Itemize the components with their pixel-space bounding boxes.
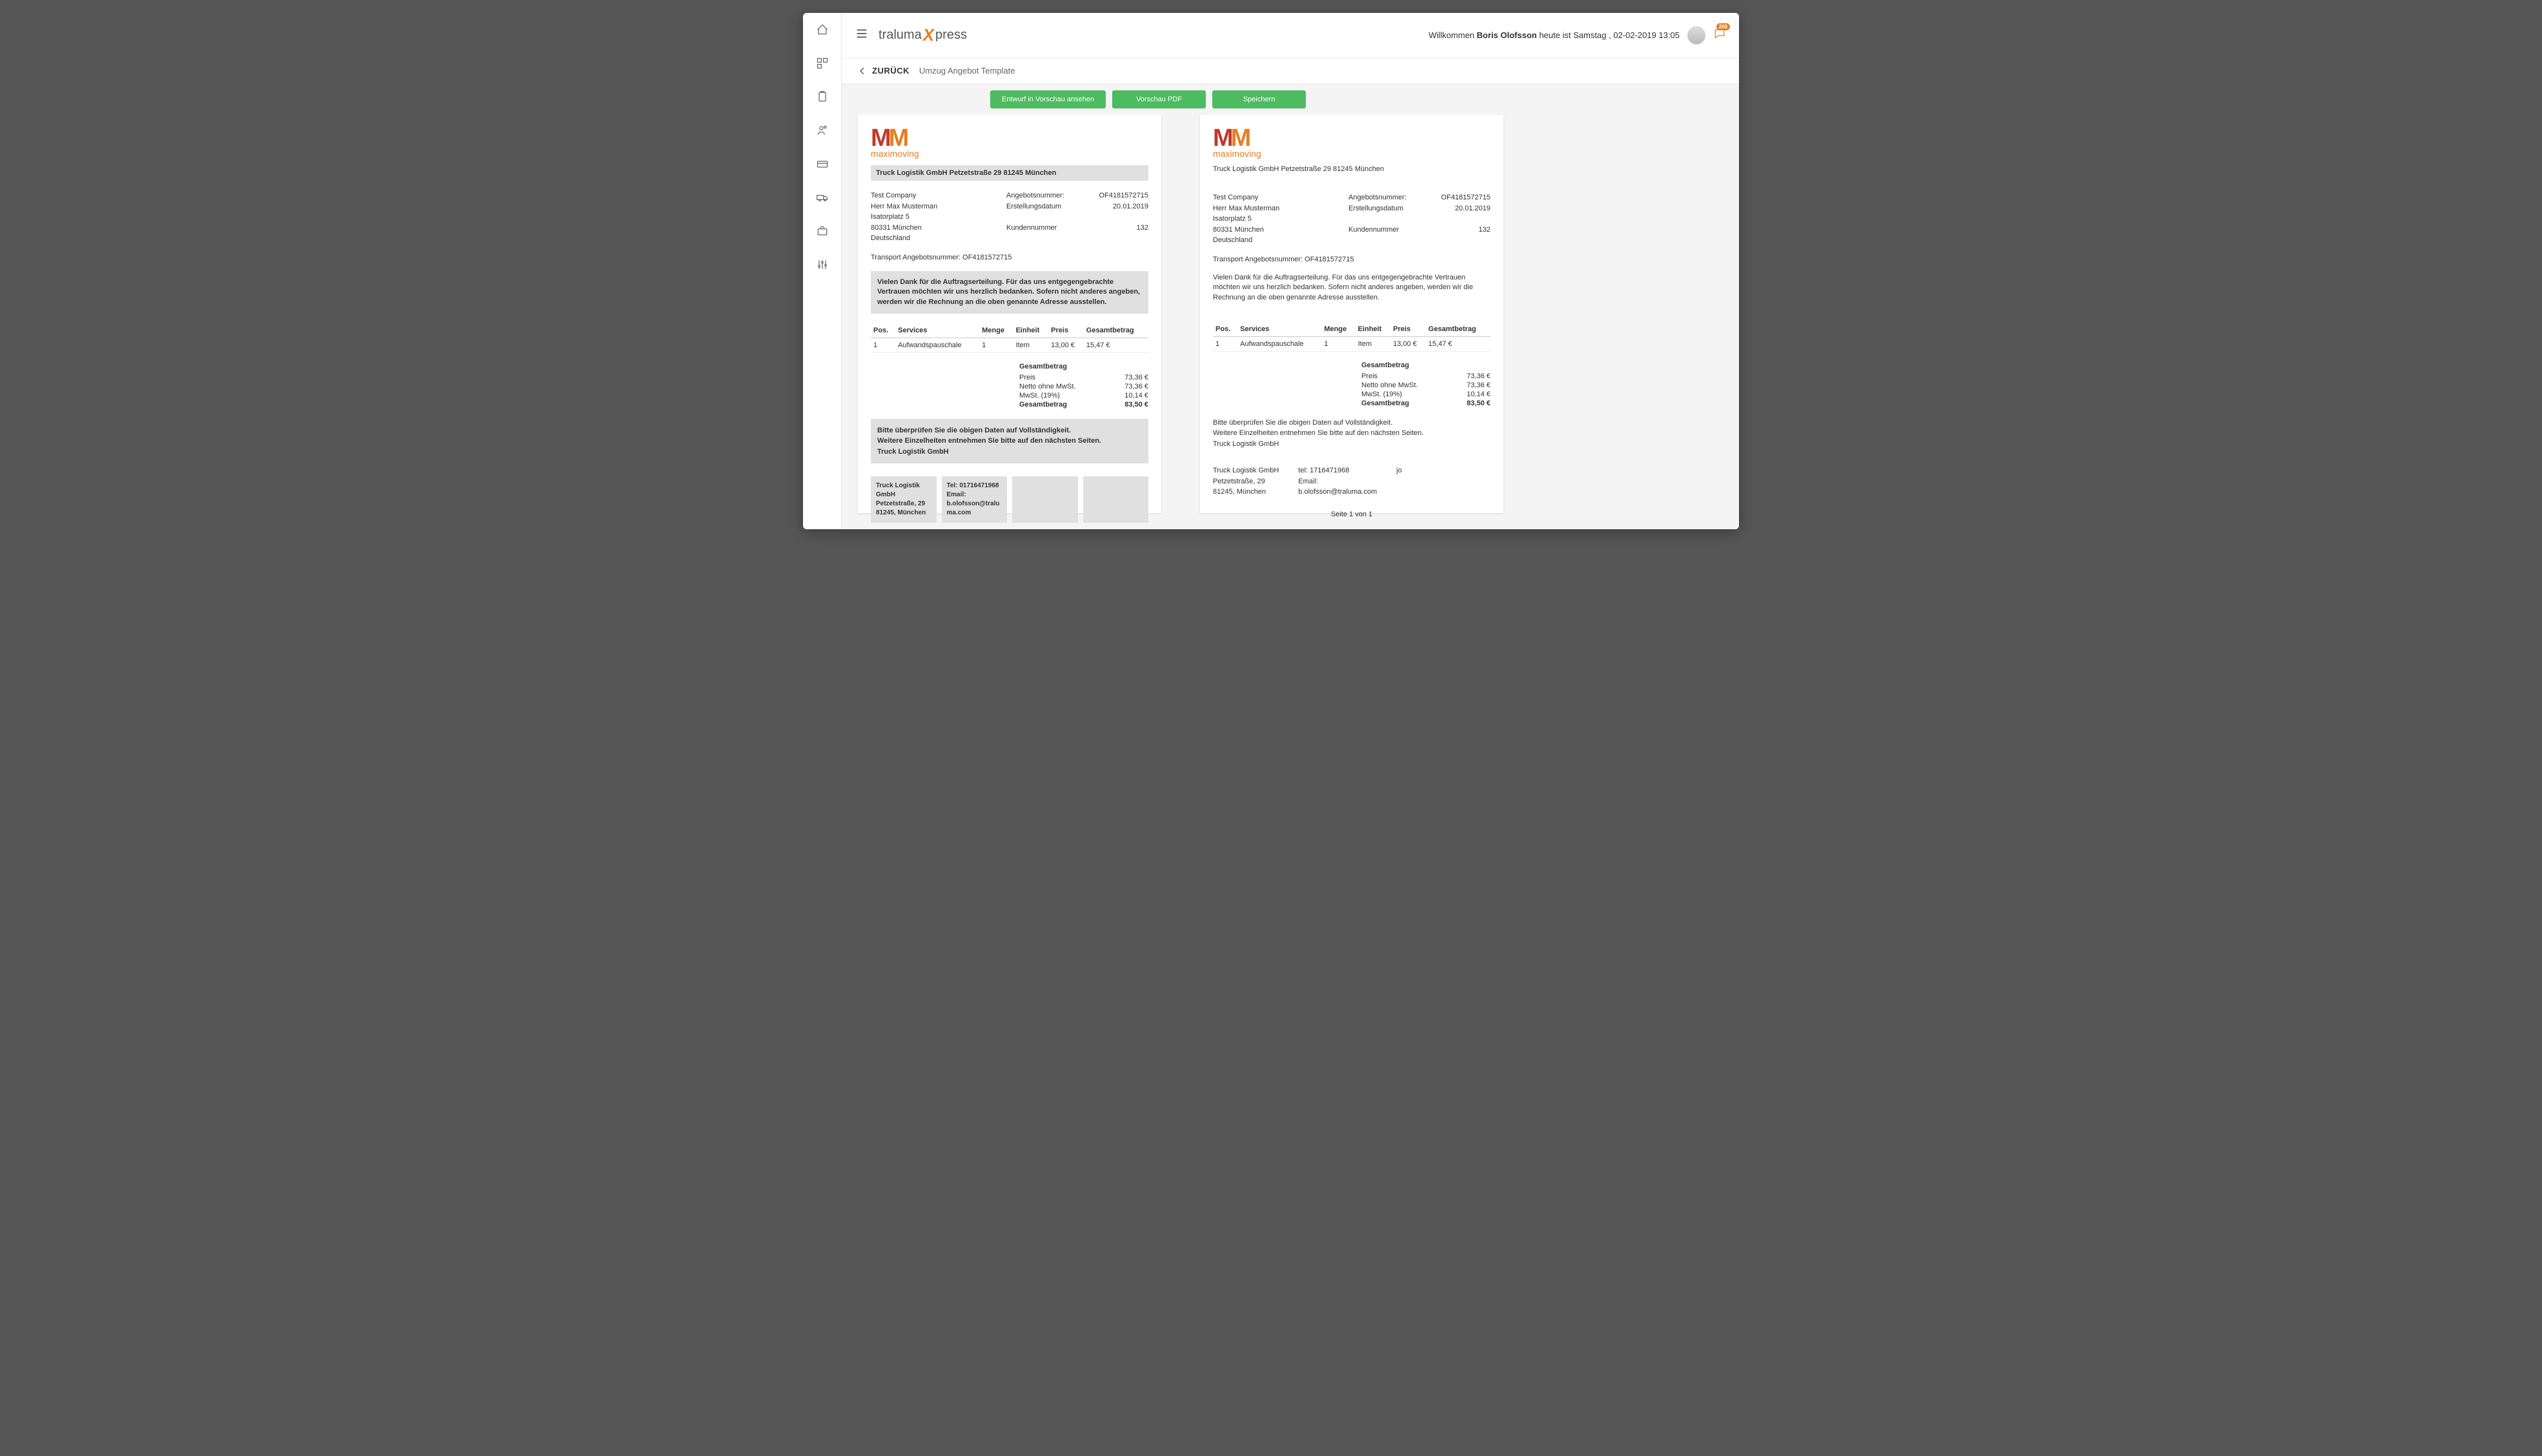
user-icon — [816, 124, 829, 137]
sidebar-trucks[interactable] — [803, 181, 841, 214]
brand-pre: traluma — [879, 28, 922, 43]
thanks-text: Vielen Dank für die Auftragserteilung. F… — [1213, 273, 1490, 303]
back-button[interactable]: ZURÜCK — [858, 66, 910, 76]
briefcase-icon — [816, 225, 829, 238]
thanks-text-field[interactable]: Vielen Dank für die Auftragserteilung. F… — [871, 271, 1148, 314]
footer-box-4[interactable] — [1083, 476, 1149, 523]
notif-badge: 269 — [1716, 23, 1730, 30]
chevron-left-icon — [858, 66, 867, 76]
topbar: tralumaXpress Willkommen Boris Olofsson … — [842, 13, 1739, 58]
brand-post: press — [935, 28, 967, 43]
card-icon — [816, 157, 829, 170]
footer-text: Bitte überprüfen Sie die obigen Daten au… — [1213, 418, 1490, 450]
sidebar-settings[interactable] — [803, 248, 841, 281]
document-preview: MM maximoving Truck Logistik GmbH Petzet… — [1200, 115, 1503, 513]
welcome-text: Willkommen Boris Olofsson heute ist Sams… — [1429, 30, 1680, 40]
company-logo: MM maximoving — [1213, 128, 1490, 159]
table-row: 1Aufwandspauschale1Item13,00 €15,47 € — [1213, 336, 1490, 351]
table-row: 1Aufwandspauschale1Item13,00 €15,47 € — [871, 338, 1148, 352]
save-button[interactable]: Speichern — [1212, 90, 1306, 108]
grid-icon — [816, 57, 829, 70]
content-area: MM maximoving Truck Logistik GmbH Petzet… — [842, 115, 1739, 529]
meta-block: Angebotsnummer:OF4181572715 Erstellungsd… — [1348, 192, 1490, 246]
totals-block: Gesamtbetrag Preis73,36 € Netto ohne MwS… — [1361, 361, 1490, 408]
page-title: Umzug Angebot Template — [919, 66, 1015, 76]
sidebar-users[interactable] — [803, 114, 841, 147]
meta-block: Angebotsnummer:OF4181572715 Erstellungsd… — [1006, 190, 1148, 244]
totals-block: Gesamtbetrag Preis73,36 € Netto ohne MwS… — [1019, 363, 1148, 409]
transport-number: Transport Angebotsnummer: OF4181572715 — [1213, 256, 1490, 263]
sidebar-dashboard[interactable] — [803, 46, 841, 80]
truck-icon — [816, 191, 829, 204]
footer-box-3[interactable] — [1012, 476, 1078, 523]
clipboard-icon — [816, 90, 829, 103]
items-table: Pos.ServicesMengeEinheitPreisGesamtbetra… — [1213, 322, 1490, 352]
preview-pdf-button[interactable]: Vorschau PDF — [1112, 90, 1206, 108]
transport-number: Transport Angebotsnummer: OF4181572715 — [871, 254, 1148, 261]
sender-address-field[interactable]: Truck Logistik GmbH Petzetstraße 29 8124… — [871, 165, 1148, 181]
sidebar-jobs[interactable] — [803, 214, 841, 248]
sender-address: Truck Logistik GmbH Petzetstraße 29 8124… — [1213, 165, 1490, 173]
hamburger-icon — [855, 26, 869, 41]
subheader: ZURÜCK Umzug Angebot Template — [842, 58, 1739, 84]
footer-box-2[interactable]: Tel: 01716471968Email:b.olofsson@traluma… — [942, 476, 1008, 523]
brand-logo[interactable]: tralumaXpress — [879, 25, 967, 45]
sliders-icon — [816, 258, 829, 271]
document-template: MM maximoving Truck Logistik GmbH Petzet… — [858, 115, 1161, 513]
footer-box-1[interactable]: Truck Logistik GmbHPetzetstraße, 2981245… — [871, 476, 937, 523]
footer-contact: Truck Logistik GmbHPetzetstraße, 2981245… — [1213, 465, 1490, 498]
brand-x: X — [923, 25, 934, 45]
notifications[interactable]: 269 — [1713, 27, 1726, 43]
sidebar-payments[interactable] — [803, 147, 841, 181]
draft-preview-button[interactable]: Entwurf in Vorschau ansehen — [990, 90, 1106, 108]
recipient-block: Test Company Herr Max Musterman Isatorpl… — [1213, 192, 1279, 246]
sidebar — [803, 13, 842, 529]
sidebar-home[interactable] — [803, 13, 841, 46]
items-table: Pos.ServicesMengeEinheitPreisGesamtbetra… — [871, 323, 1148, 353]
sidebar-clipboard[interactable] — [803, 80, 841, 114]
back-label: ZURÜCK — [872, 66, 910, 76]
action-bar: Entwurf in Vorschau ansehen Vorschau PDF… — [842, 84, 1739, 115]
menu-toggle[interactable] — [855, 26, 869, 44]
page-number: Seite 1 von 1 — [1213, 511, 1490, 518]
footer-text-field[interactable]: Bitte überprüfen Sie die obigen Daten au… — [871, 419, 1148, 464]
footer-boxes: Truck Logistik GmbHPetzetstraße, 2981245… — [871, 476, 1148, 523]
user-avatar[interactable] — [1687, 26, 1705, 45]
recipient-block[interactable]: Test Company Herr Max Musterman Isatorpl… — [871, 190, 937, 244]
home-icon — [816, 23, 829, 36]
company-logo: MM maximoving — [871, 128, 1148, 159]
